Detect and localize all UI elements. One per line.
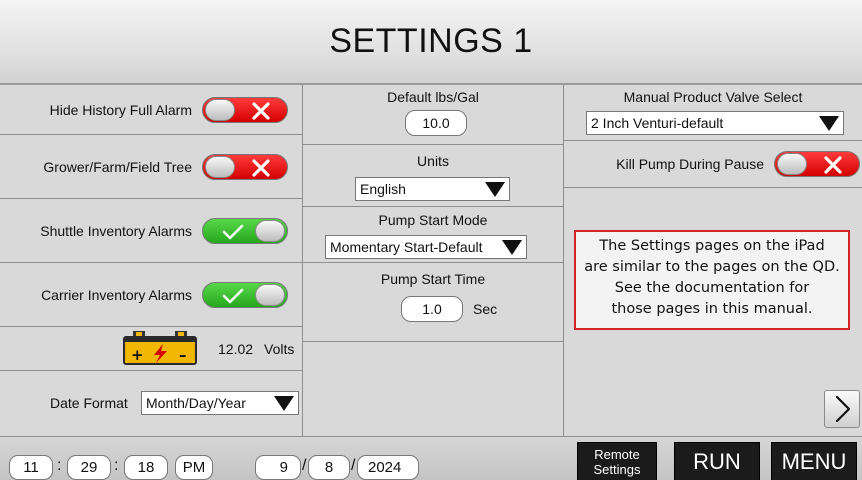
- note-line: are similar to the pages on the QD.: [584, 259, 840, 275]
- clock-ampm[interactable]: PM: [175, 455, 213, 480]
- date-separator: /: [302, 457, 307, 474]
- pump-start-time-value: 1.0: [422, 301, 442, 317]
- manual-product-valve-dropdown[interactable]: 2 Inch Venturi-default: [586, 111, 844, 135]
- x-icon: [252, 101, 270, 120]
- battery-row: + – 12.02 Volts: [0, 327, 302, 371]
- run-button[interactable]: RUN: [674, 442, 760, 480]
- dropdown-arrow-icon: [485, 182, 505, 197]
- toggle-knob: [255, 219, 285, 242]
- manual-product-valve-label: Manual Product Valve Select: [623, 89, 803, 105]
- menu-button[interactable]: MENU: [771, 442, 857, 480]
- units-dropdown[interactable]: English: [355, 177, 510, 201]
- date-format-value: Month/Day/Year: [146, 395, 246, 411]
- remote-settings-label: Settings: [593, 461, 641, 477]
- pump-start-time-row: Pump Start Time 1.0 Sec: [303, 263, 563, 342]
- remote-settings-button[interactable]: Remote Settings: [577, 442, 657, 480]
- toggle-knob: [255, 283, 285, 306]
- pump-start-time-label: Pump Start Time: [380, 271, 486, 287]
- units-label: Units: [417, 153, 449, 169]
- shuttle-inventory-alarms-row: Shuttle Inventory Alarms: [0, 199, 302, 263]
- hide-history-full-alarm-row: Hide History Full Alarm: [0, 85, 302, 135]
- hide-history-full-alarm-toggle[interactable]: [202, 96, 288, 123]
- default-lbs-gal-value: 10.0: [422, 115, 450, 131]
- grower-farm-field-tree-row: Grower/Farm/Field Tree: [0, 135, 302, 199]
- toggle-knob: [205, 155, 235, 178]
- carrier-inventory-alarms-label: Carrier Inventory Alarms: [41, 286, 192, 303]
- battery-unit: Volts: [264, 341, 295, 357]
- x-icon: [824, 156, 842, 174]
- toggle-knob: [777, 153, 807, 175]
- carrier-inventory-alarms-toggle[interactable]: [202, 281, 288, 308]
- menu-label: MENU: [781, 448, 847, 474]
- dropdown-arrow-icon: [502, 240, 522, 255]
- date-format-label: Date Format: [50, 395, 128, 411]
- note-line: The Settings pages on the iPad: [599, 238, 825, 254]
- clock-minute-value: 29: [80, 459, 98, 476]
- settings-panel: Hide History Full Alarm Grower/Farm/Fiel…: [0, 85, 862, 436]
- note-line: those pages in this manual.: [611, 301, 813, 317]
- units-row: Units English: [303, 145, 563, 207]
- title-bar: SETTINGS 1: [0, 0, 862, 85]
- date-day[interactable]: 8: [308, 455, 350, 480]
- pump-start-mode-row: Pump Start Mode Momentary Start-Default: [303, 207, 563, 263]
- clock-ampm-value: PM: [182, 459, 206, 476]
- default-lbs-gal-input[interactable]: 10.0: [405, 110, 467, 136]
- time-separator: :: [57, 457, 62, 474]
- manual-product-valve-row: Manual Product Valve Select 2 Inch Ventu…: [564, 85, 862, 141]
- grower-farm-field-tree-toggle[interactable]: [202, 153, 288, 180]
- date-day-value: 8: [324, 459, 334, 476]
- middle-column: Default lbs/Gal 10.0 Units English Pump …: [303, 85, 564, 436]
- clock-hour[interactable]: 11: [9, 455, 53, 480]
- date-month[interactable]: 9: [255, 455, 301, 480]
- info-note: The Settings pages on the iPad are simil…: [574, 230, 850, 330]
- svg-text:–: –: [179, 346, 187, 364]
- kill-pump-during-pause-label: Kill Pump During Pause: [616, 156, 764, 172]
- remote-settings-label: Remote: [594, 446, 640, 462]
- clock-hour-value: 11: [23, 459, 39, 476]
- pump-start-mode-value: Momentary Start-Default: [330, 239, 483, 255]
- battery-voltage: 12.02: [218, 341, 254, 357]
- pump-start-time-input[interactable]: 1.0: [401, 296, 463, 322]
- date-format-dropdown[interactable]: Month/Day/Year: [141, 391, 299, 415]
- date-separator: /: [351, 457, 356, 474]
- kill-pump-during-pause-toggle[interactable]: [774, 151, 860, 177]
- page-title: SETTINGS 1: [329, 22, 533, 60]
- pump-start-time-unit: Sec: [473, 301, 498, 317]
- svg-text:+: +: [131, 346, 144, 364]
- default-lbs-gal-row: Default lbs/Gal 10.0: [303, 85, 563, 145]
- dropdown-arrow-icon: [274, 396, 294, 411]
- date-year[interactable]: 2024: [357, 455, 419, 480]
- pump-start-mode-label: Pump Start Mode: [378, 212, 488, 228]
- next-page-button[interactable]: [824, 390, 860, 428]
- battery-icon: + –: [123, 331, 197, 365]
- dropdown-arrow-icon: [819, 116, 839, 131]
- pump-start-mode-dropdown[interactable]: Momentary Start-Default: [325, 235, 527, 259]
- time-separator: :: [114, 457, 119, 474]
- chevron-right-icon: [835, 395, 851, 423]
- checkmark-icon: [222, 224, 244, 239]
- x-icon: [252, 158, 270, 177]
- shuttle-inventory-alarms-toggle[interactable]: [202, 217, 288, 244]
- date-month-value: 9: [279, 459, 288, 476]
- grower-farm-field-tree-label: Grower/Farm/Field Tree: [43, 158, 192, 175]
- hide-history-full-alarm-label: Hide History Full Alarm: [49, 101, 192, 118]
- toggle-knob: [205, 98, 235, 121]
- clock-minute[interactable]: 29: [67, 455, 111, 480]
- checkmark-icon: [222, 288, 244, 303]
- clock-second-value: 18: [137, 459, 155, 476]
- right-column: Manual Product Valve Select 2 Inch Ventu…: [564, 85, 862, 436]
- date-format-row: Date Format Month/Day/Year: [0, 371, 302, 436]
- clock-second[interactable]: 18: [124, 455, 168, 480]
- note-line: See the documentation for: [614, 280, 810, 296]
- left-column: Hide History Full Alarm Grower/Farm/Fiel…: [0, 85, 303, 436]
- run-label: RUN: [693, 448, 741, 474]
- date-year-value: 2024: [368, 459, 402, 476]
- default-lbs-gal-label: Default lbs/Gal: [387, 89, 479, 105]
- units-value: English: [360, 181, 406, 197]
- carrier-inventory-alarms-row: Carrier Inventory Alarms: [0, 263, 302, 327]
- kill-pump-during-pause-row: Kill Pump During Pause: [564, 141, 862, 188]
- status-bar: 11 : 29 : 18 PM 9 / 8 / 2024 Remote Sett…: [0, 436, 862, 480]
- manual-product-valve-value: 2 Inch Venturi-default: [591, 115, 724, 131]
- shuttle-inventory-alarms-label: Shuttle Inventory Alarms: [40, 222, 192, 239]
